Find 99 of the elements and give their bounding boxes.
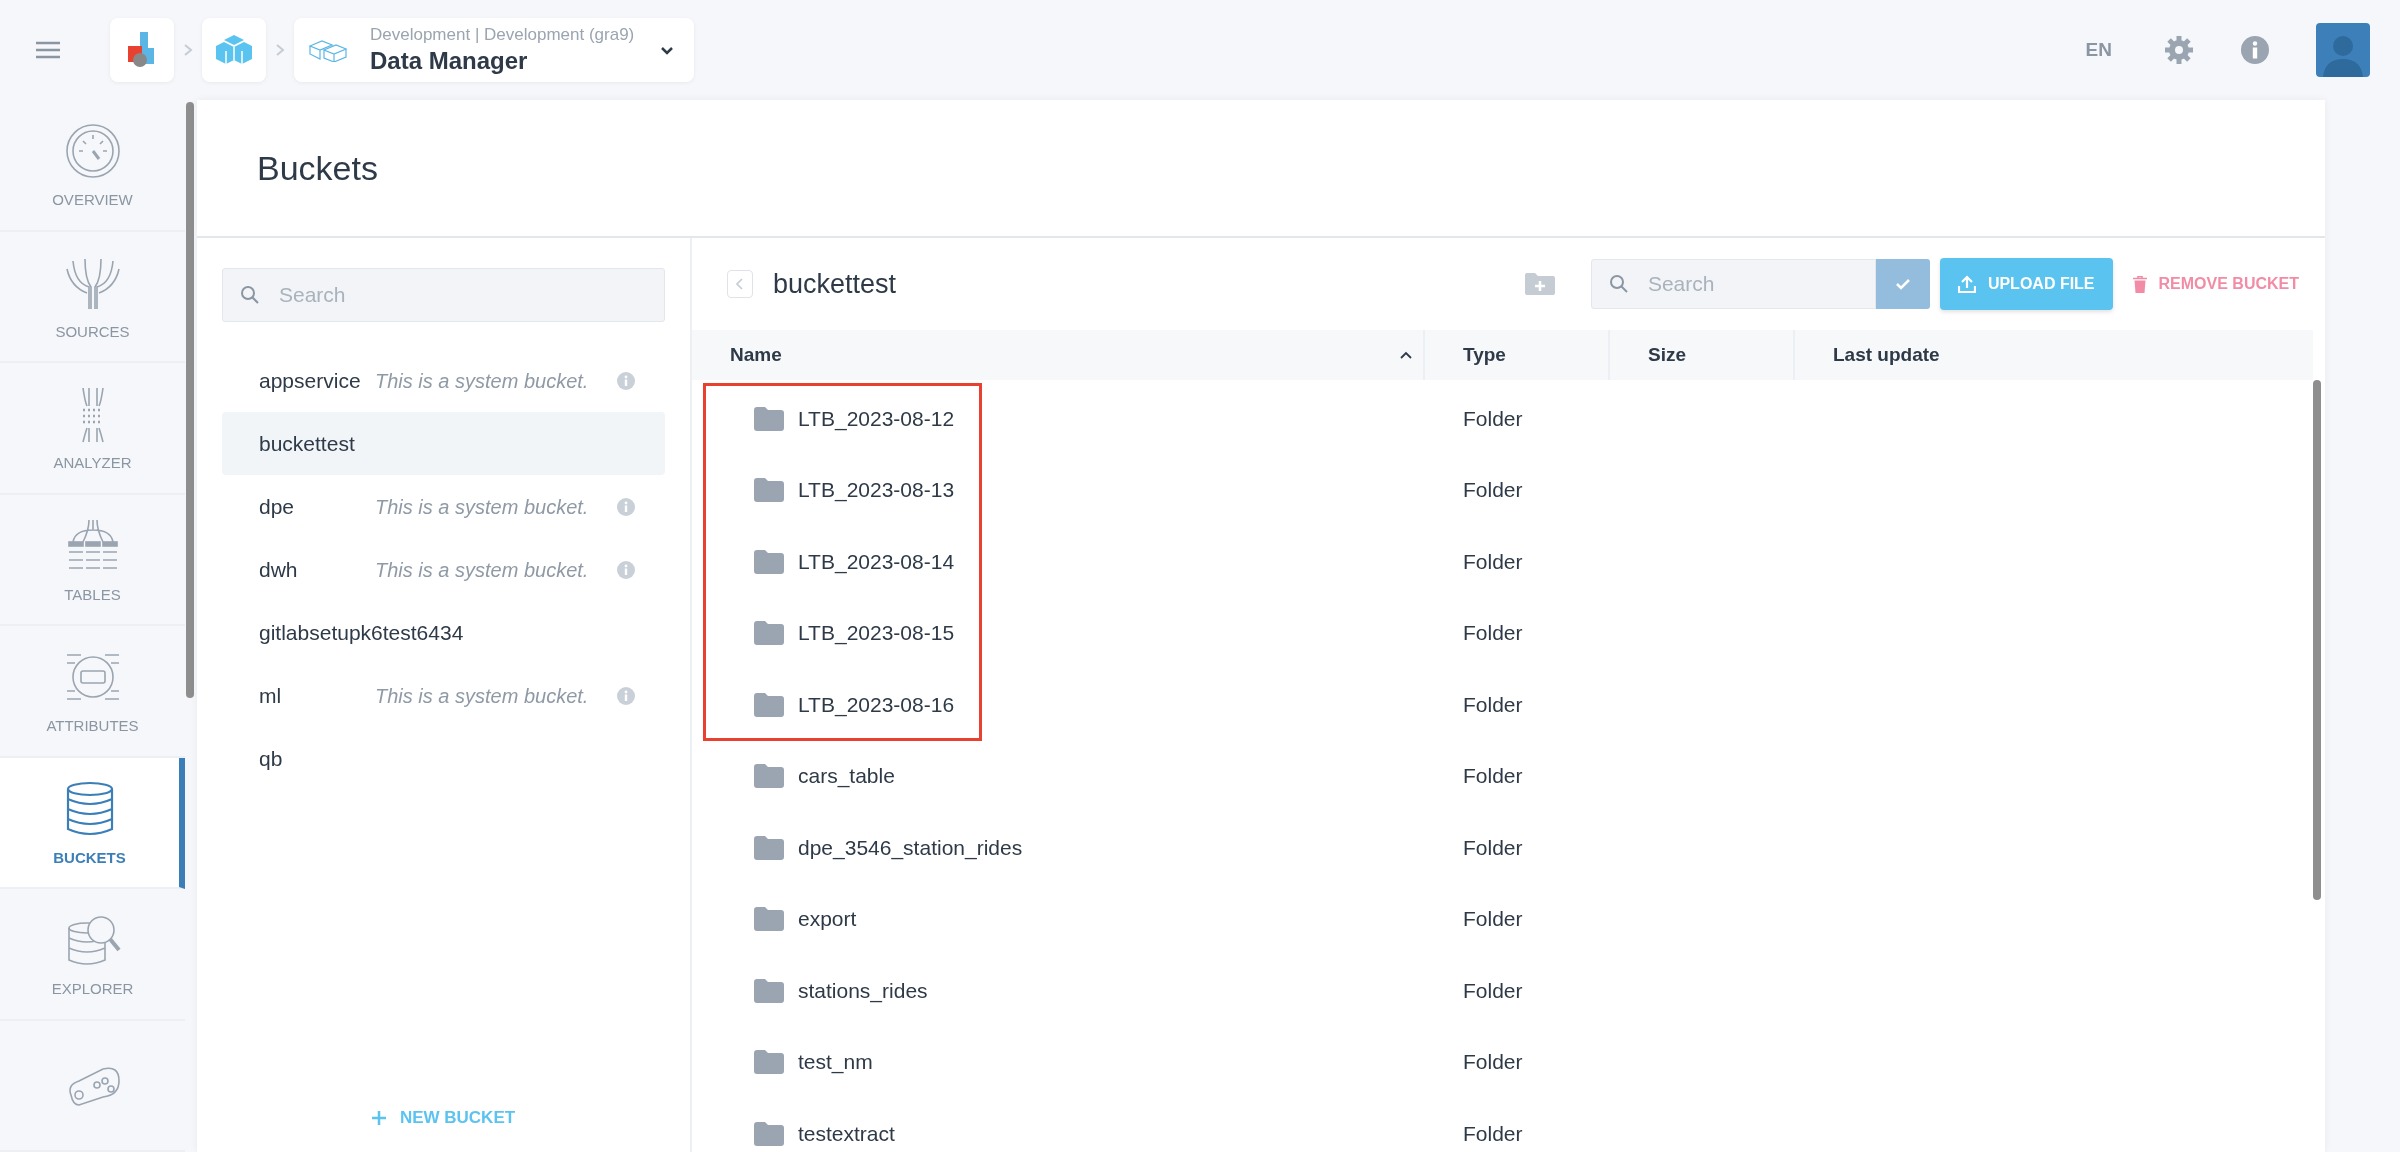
scrollbar-thumb[interactable] [186,102,194,698]
folder-icon [754,549,784,574]
file-name: stations_rides [798,978,928,1003]
folder-icon [754,621,784,646]
system-bucket-note: This is a system bucket. [375,368,589,394]
bucket-item[interactable]: dpe This is a system bucket. [222,475,665,538]
file-name: LTB_2023-08-16 [798,692,955,717]
bucket-name: qb [259,745,284,772]
file-type: Folder [1462,907,1524,932]
search-confirm-button[interactable] [1875,259,1930,309]
info-icon[interactable] [617,686,635,705]
bucket-item[interactable]: gitlabsetupk6test6434 [222,601,665,664]
column-header[interactable]: Name [692,330,1425,380]
folder-icon [754,764,784,789]
column-header[interactable]: Type [1425,330,1610,380]
info-icon[interactable] [2240,35,2270,65]
bucket-name: dpe [259,493,296,520]
boxes-outline-icon [308,38,348,62]
chevron-left-icon [736,278,744,290]
plus-icon [371,1111,386,1125]
column-header[interactable]: Last update [1795,330,2313,380]
bucket-item[interactable]: appservice This is a system bucket. [222,349,665,412]
file-row[interactable]: LTB_2023-08-14 Folder [692,526,2313,598]
back-button[interactable] [727,270,753,298]
scrollbar-thumb[interactable] [2313,380,2321,900]
info-icon[interactable] [617,560,635,579]
folder-icon [754,978,784,1003]
cubes-icon [214,33,254,67]
chevron-right-icon [275,43,285,57]
file-type: Folder [1462,478,1524,503]
file-type: Folder [1462,1121,1524,1146]
file-row[interactable]: LTB_2023-08-15 Folder [692,597,2313,669]
file-name: LTB_2023-08-14 [798,549,955,574]
settings-icon[interactable] [2164,35,2194,65]
file-search-field[interactable]: Search [1590,259,1876,309]
folder-icon [754,478,784,503]
file-name: export [798,907,857,932]
bucket-name: appservice [259,367,362,394]
file-type: Folder [1462,549,1524,574]
file-row[interactable]: LTB_2023-08-13 Folder [692,454,2313,526]
trash-icon [2132,275,2147,293]
folder-icon [754,406,784,431]
file-name: testextract [798,1121,895,1146]
file-name: LTB_2023-08-13 [798,478,955,503]
bucket-name: buckettest [259,430,356,457]
file-row[interactable]: dpe_3546_station_rides Folder [692,812,2313,884]
app-logo-button[interactable] [110,18,174,82]
file-type: Folder [1462,621,1524,646]
info-icon[interactable] [617,497,635,516]
upload-icon [1957,275,1976,293]
chevron-right-icon [183,43,193,57]
checkmark-icon [1894,278,1911,290]
folder-icon [754,692,784,717]
bucket-item[interactable]: dwh This is a system bucket. [222,538,665,601]
bucket-name: dwh [259,556,299,583]
file-type: Folder [1462,835,1524,860]
info-icon[interactable] [617,371,635,390]
file-row[interactable]: LTB_2023-08-16 Folder [692,669,2313,741]
system-bucket-note: This is a system bucket. [375,494,589,520]
column-header[interactable]: Size [1610,330,1795,380]
cubes-button[interactable] [202,18,266,82]
file-type: Folder [1462,406,1524,431]
chevron-down-icon [660,45,674,55]
folder-icon [754,1121,784,1146]
file-name: LTB_2023-08-15 [798,621,955,646]
bucket-item[interactable]: ml This is a system bucket. [222,664,665,727]
new-folder-icon[interactable] [1524,273,1555,295]
file-row[interactable]: test_nm Folder [692,1026,2313,1098]
file-row[interactable]: LTB_2023-08-12 Folder [692,383,2313,455]
file-type: Folder [1462,692,1524,717]
file-row[interactable]: testextract Folder [692,1098,2313,1152]
file-row[interactable]: export Folder [692,883,2313,955]
system-bucket-note: This is a system bucket. [375,683,589,709]
system-bucket-note: This is a system bucket. [375,557,589,583]
project-selector[interactable]: Development | Development (gra9) Data Manager [294,18,694,82]
folder-icon [754,835,784,860]
file-name: dpe_3546_station_rides [798,835,1023,860]
folder-icon [754,907,784,932]
menu-icon[interactable] [36,40,60,60]
file-name: cars_table [798,764,895,789]
folder-icon [754,1050,784,1075]
file-name: test_nm [798,1050,873,1075]
user-avatar[interactable] [2316,23,2370,77]
nav-item[interactable]: BUCKETS [0,757,185,889]
bucket-title: buckettest [773,268,897,300]
bucket-search-field[interactable]: Search [222,268,665,322]
bucket-item[interactable]: qb [222,727,665,790]
app-title: Data Manager [370,47,529,75]
page-title: Buckets [257,148,378,188]
file-type: Folder [1462,978,1524,1003]
file-type: Folder [1462,764,1524,789]
bucket-item[interactable]: buckettest [222,412,665,475]
file-row[interactable]: cars_table Folder [692,740,2313,812]
bucket-name: ml [259,682,283,709]
file-type: Folder [1462,1050,1524,1075]
file-row[interactable]: stations_rides Folder [692,955,2313,1027]
file-name: LTB_2023-08-12 [798,406,955,431]
environment-label: Development | Development (gra9) [370,25,636,45]
bucket-name: gitlabsetupk6test6434 [259,619,465,646]
